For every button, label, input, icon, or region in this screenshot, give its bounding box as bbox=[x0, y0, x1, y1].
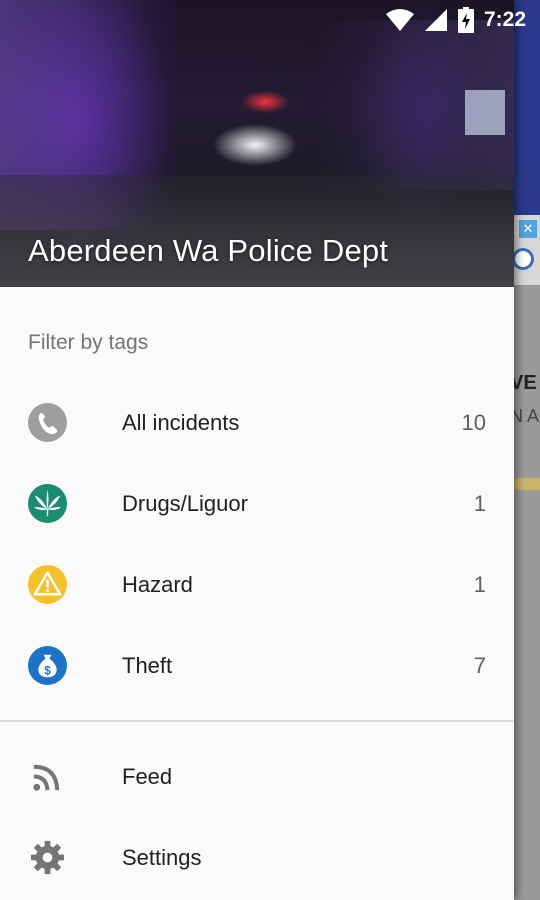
menu-label: Feed bbox=[122, 763, 173, 789]
gear-icon bbox=[28, 838, 67, 877]
map-label: VE bbox=[510, 372, 537, 394]
tag-label: Theft bbox=[122, 652, 173, 678]
wifi-icon bbox=[385, 8, 414, 32]
ad-logo bbox=[512, 248, 534, 270]
ad-close-icon[interactable]: ✕ bbox=[519, 220, 537, 238]
tag-item-drugs-liquor[interactable]: Drugs/Liguor 1 bbox=[0, 463, 514, 544]
menu-label: Settings bbox=[122, 844, 202, 870]
drawer-header: Aberdeen Wa Police Dept bbox=[0, 0, 514, 287]
tag-item-hazard[interactable]: Hazard 1 bbox=[0, 544, 514, 625]
department-title: Aberdeen Wa Police Dept bbox=[28, 233, 389, 268]
status-bar: 7:22 bbox=[0, 0, 540, 40]
header-image-street bbox=[0, 175, 514, 287]
phone-icon bbox=[28, 403, 67, 442]
tag-count: 1 bbox=[473, 490, 486, 516]
header-image-window bbox=[465, 90, 505, 135]
navigation-drawer: Aberdeen Wa Police Dept Filter by tags A… bbox=[0, 0, 514, 900]
menu-divider bbox=[0, 720, 514, 722]
map-label-secondary: N A bbox=[510, 406, 540, 426]
status-clock: 7:22 bbox=[483, 8, 526, 31]
tag-count: 1 bbox=[473, 571, 486, 597]
menu-item-settings[interactable]: Settings bbox=[0, 817, 514, 898]
tag-item-all-incidents[interactable]: All incidents 10 bbox=[0, 382, 514, 463]
money-bag-icon: $ bbox=[28, 646, 67, 685]
tag-item-theft[interactable]: $ Theft 7 bbox=[0, 625, 514, 706]
tag-label: Hazard bbox=[122, 571, 193, 597]
cannabis-leaf-icon bbox=[28, 484, 67, 523]
filter-section-label: Filter by tags bbox=[28, 331, 149, 354]
tag-label: All incidents bbox=[122, 409, 240, 435]
cell-signal-icon bbox=[424, 8, 448, 32]
menu-item-feed[interactable]: Feed bbox=[0, 736, 514, 817]
battery-charging-icon bbox=[457, 7, 474, 33]
tag-label: Drugs/Liguor bbox=[122, 490, 248, 516]
tag-count: 7 bbox=[473, 652, 486, 678]
tag-count: 10 bbox=[461, 409, 486, 435]
warning-icon bbox=[28, 565, 67, 604]
map-road bbox=[514, 478, 540, 490]
svg-text:$: $ bbox=[44, 664, 51, 677]
rss-feed-icon bbox=[28, 757, 67, 796]
